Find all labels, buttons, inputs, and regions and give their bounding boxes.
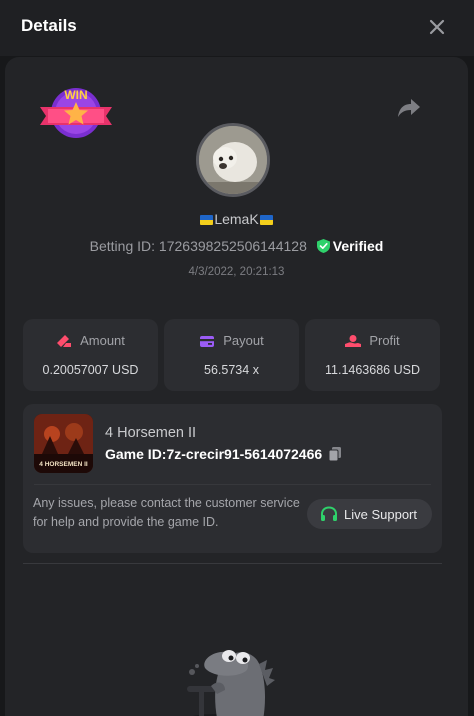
betting-id-row: Betting ID: 1726398252506144128 Verified bbox=[5, 238, 468, 254]
user-name: LemaK bbox=[5, 211, 468, 227]
bet-details-panel: WIN LemaK Betting ID: 172639825250614412… bbox=[5, 57, 468, 716]
card-divider bbox=[34, 484, 431, 485]
headset-icon bbox=[321, 506, 337, 521]
win-badge-icon: WIN bbox=[40, 88, 112, 138]
stat-amount-label: Amount bbox=[80, 333, 125, 348]
payout-icon bbox=[200, 336, 215, 347]
game-id-value: 7z-crecir91-5614072466 bbox=[166, 446, 323, 462]
share-icon[interactable] bbox=[397, 97, 421, 119]
mascot-illustration bbox=[187, 650, 275, 716]
modal-title: Details bbox=[21, 16, 77, 35]
verified-shield-icon bbox=[316, 239, 330, 253]
verified-label: Verified bbox=[332, 238, 384, 254]
stat-profit-value: 11.1463686 USD bbox=[325, 363, 420, 377]
live-support-label: Live Support bbox=[344, 507, 417, 522]
section-divider bbox=[23, 563, 442, 564]
stat-payout-label: Payout bbox=[223, 333, 264, 348]
amount-icon bbox=[57, 335, 72, 347]
stat-amount: Amount 0.20057007 USD bbox=[23, 319, 158, 391]
ukraine-flag-icon bbox=[259, 215, 273, 225]
game-thumb-text: 4 HORSEMEN II bbox=[39, 461, 88, 468]
user-name-text: LemaK bbox=[214, 211, 259, 227]
stat-payout: Payout 56.5734 x bbox=[164, 319, 299, 391]
stat-payout-value: 56.5734 x bbox=[204, 363, 259, 377]
stat-profit-label: Profit bbox=[369, 333, 400, 348]
live-support-button[interactable]: Live Support bbox=[307, 499, 432, 529]
stat-profit: Profit 11.1463686 USD bbox=[305, 319, 440, 391]
copy-icon[interactable] bbox=[328, 446, 342, 462]
modal-header: Details bbox=[0, 0, 474, 56]
support-help-text: Any issues, please contact the customer … bbox=[33, 496, 300, 529]
win-badge-text: WIN bbox=[64, 88, 87, 102]
ukraine-flag-icon bbox=[200, 215, 214, 225]
stat-amount-value: 0.20057007 USD bbox=[42, 363, 139, 377]
profit-icon bbox=[345, 335, 362, 347]
game-id-label: Game ID: bbox=[105, 446, 167, 462]
game-card: 4 HORSEMEN II 4 Horsemen II Game ID:7z-c… bbox=[23, 404, 442, 553]
game-name: 4 Horsemen II bbox=[105, 425, 197, 441]
close-icon[interactable] bbox=[426, 16, 448, 38]
betting-id-label: Betting ID: bbox=[89, 238, 156, 254]
bet-timestamp: 4/3/2022, 20:21:13 bbox=[188, 266, 285, 278]
game-id-row: Game ID:7z-crecir91-5614072466 bbox=[105, 446, 342, 462]
betting-id-value: 1726398252506144128 bbox=[158, 238, 307, 254]
user-avatar bbox=[196, 123, 270, 197]
game-thumbnail[interactable]: 4 HORSEMEN II bbox=[34, 414, 93, 473]
